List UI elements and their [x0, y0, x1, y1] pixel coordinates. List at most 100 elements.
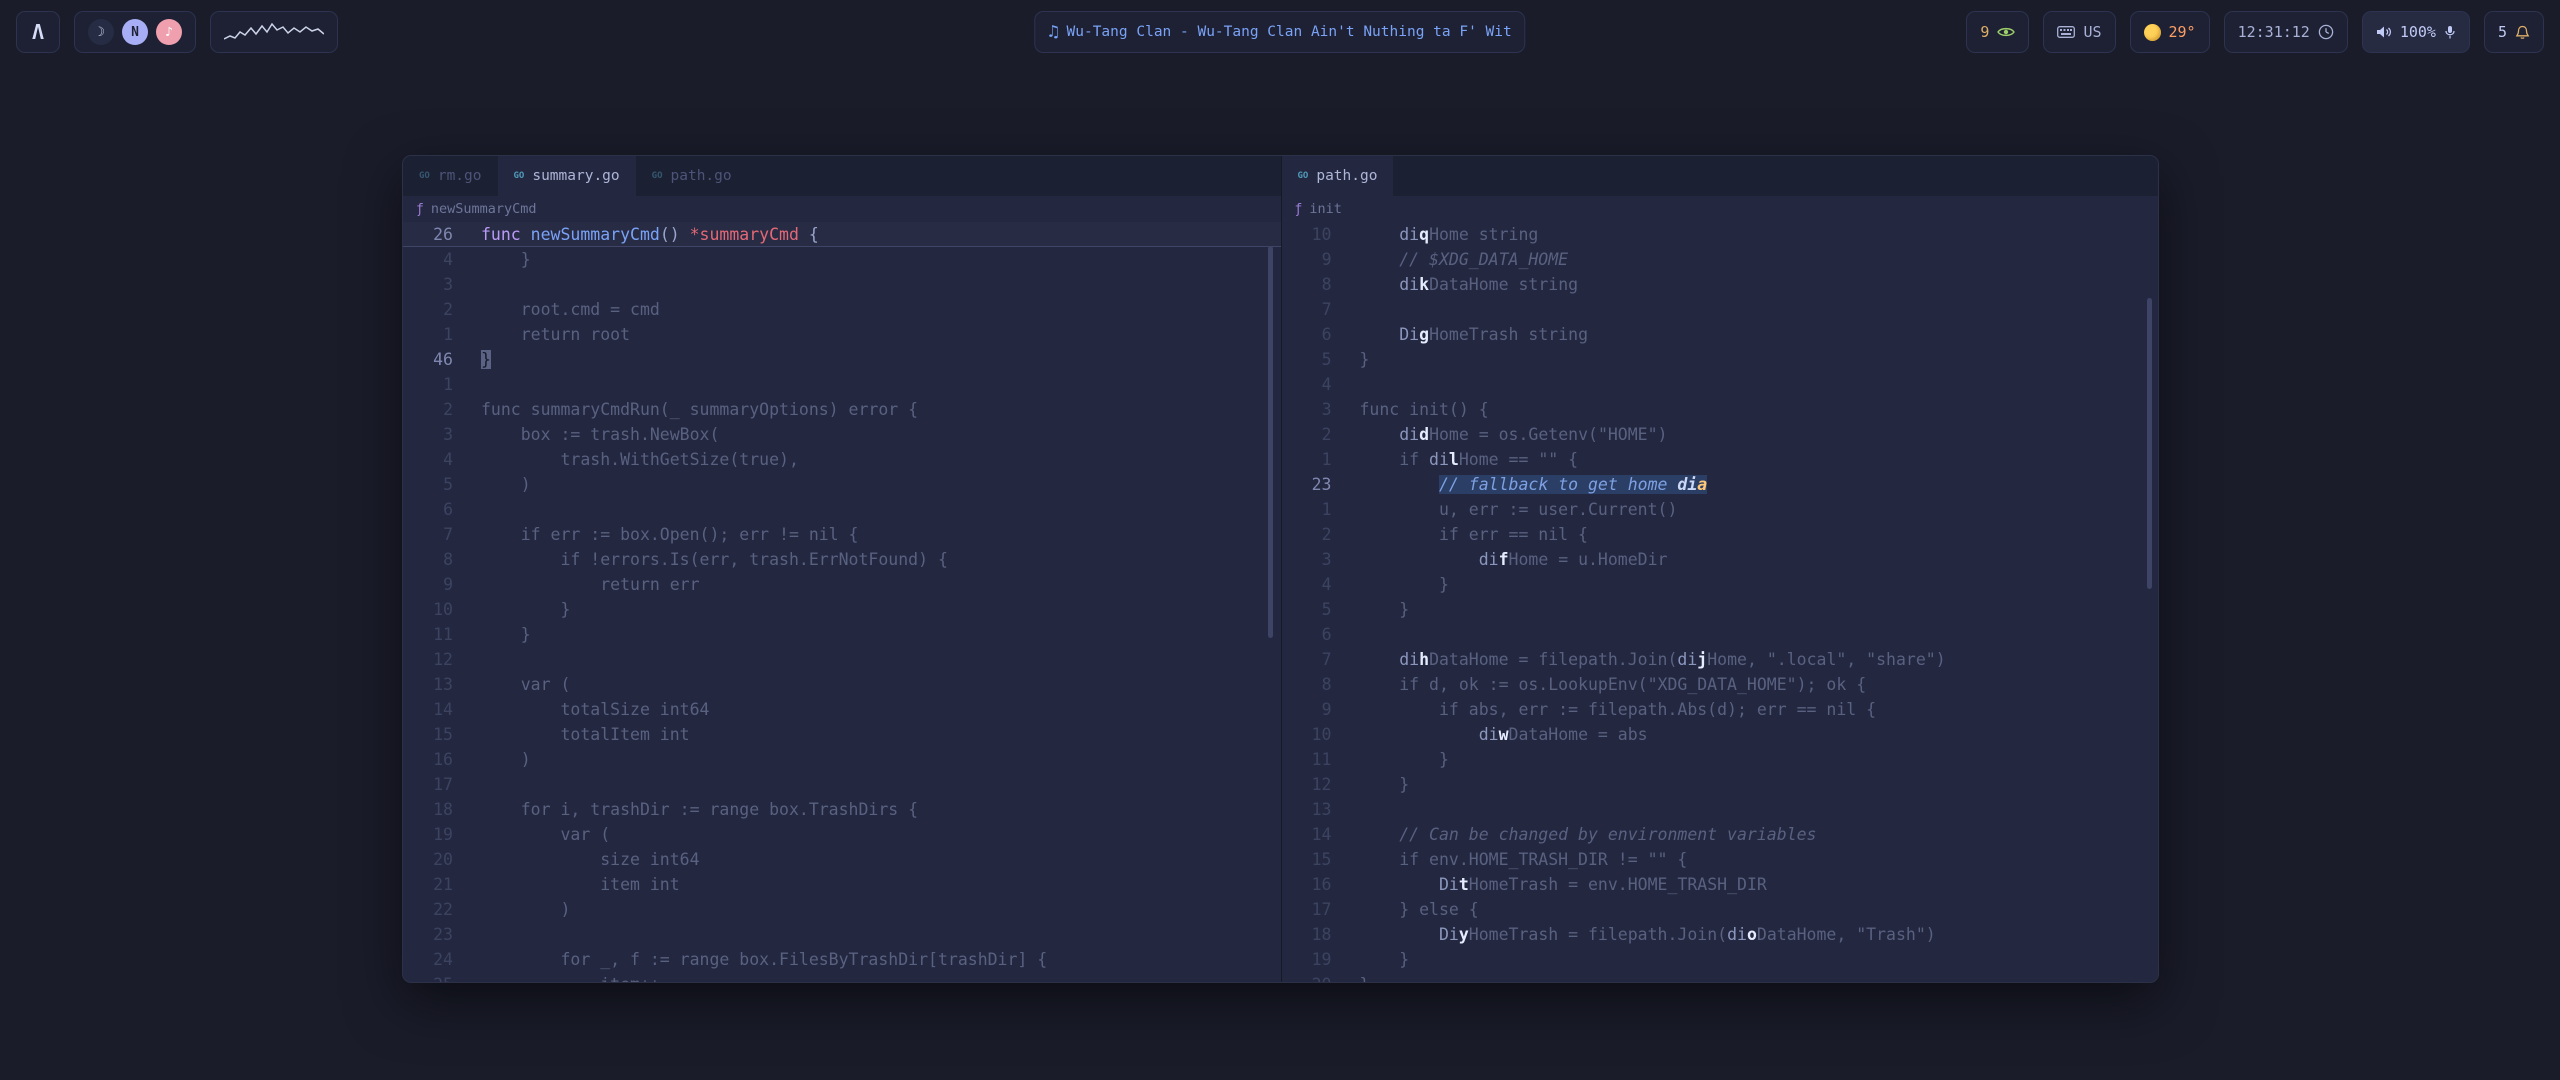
code-line[interactable]: 21 item int — [403, 872, 1281, 897]
line-number: 5 — [403, 472, 453, 497]
code-line[interactable]: 18 DiyHomeTrash = filepath.Join(dioDataH… — [1282, 922, 2159, 947]
code-line[interactable]: 7 if err := box.Open(); err != nil { — [403, 522, 1281, 547]
system-graph-widget[interactable] — [210, 11, 338, 53]
code-line[interactable]: 15 if env.HOME_TRASH_DIR != "" { — [1282, 847, 2159, 872]
workspace-icon-3[interactable]: ♪ — [156, 19, 182, 45]
code-line[interactable]: 19 var ( — [403, 822, 1281, 847]
code-line[interactable]: 25 item++ — [403, 972, 1281, 982]
code-line[interactable]: 5} — [1282, 347, 2159, 372]
keyboard-layout-widget[interactable]: US — [2043, 11, 2115, 53]
code-line[interactable]: 4 } — [1282, 572, 2159, 597]
editor-window: GOrm.goGOsummary.goGOpath.go ƒ newSummar… — [402, 155, 2159, 983]
code-line[interactable]: 3 box := trash.NewBox( — [403, 422, 1281, 447]
code-line[interactable]: 2 if err == nil { — [1282, 522, 2159, 547]
sticky-context-line[interactable]: 26func newSummaryCmd() *summaryCmd { — [403, 222, 1281, 247]
code-line[interactable]: 3func init() { — [1282, 397, 2159, 422]
code-line[interactable]: 10 } — [403, 597, 1281, 622]
code-line[interactable]: 19 } — [1282, 947, 2159, 972]
code-line[interactable]: 9 return err — [403, 572, 1281, 597]
code-line[interactable]: 24 for _, f := range box.FilesByTrashDir… — [403, 947, 1281, 972]
code-text: u, err := user.Current() — [1332, 497, 1678, 522]
code-line[interactable]: 13 var ( — [403, 672, 1281, 697]
code-line[interactable]: 20 size int64 — [403, 847, 1281, 872]
code-line[interactable]: 23 // fallback to get home dia — [1282, 472, 2159, 497]
code-line[interactable]: 2func summaryCmdRun(_ summaryOptions) er… — [403, 397, 1281, 422]
line-number: 11 — [403, 622, 453, 647]
code-line[interactable]: 17 — [403, 772, 1281, 797]
media-title: Wu-Tang Clan - Wu-Tang Clan Ain't Nuthin… — [1067, 24, 1512, 40]
code-text: DiyHomeTrash = filepath.Join(dioDataHome… — [1332, 922, 1936, 947]
code-line[interactable]: 12 } — [1282, 772, 2159, 797]
code-line[interactable]: 3 difHome = u.HomeDir — [1282, 547, 2159, 572]
code-right: 10 diqHome string9 // $XDG_DATA_HOME8 di… — [1282, 222, 2159, 982]
clock-widget[interactable]: 12:31:12 — [2224, 11, 2348, 53]
scrollbar[interactable] — [1268, 246, 1273, 638]
code-line[interactable]: 1 return root — [403, 322, 1281, 347]
go-file-icon: GO — [419, 172, 430, 181]
code-line[interactable]: 8 dikDataHome string — [1282, 272, 2159, 297]
code-line[interactable]: 3 — [403, 272, 1281, 297]
line-number: 8 — [403, 547, 453, 572]
code-line[interactable]: 1 — [403, 372, 1281, 397]
code-line[interactable]: 6 DigHomeTrash string — [1282, 322, 2159, 347]
code-line[interactable]: 18 for i, trashDir := range box.TrashDir… — [403, 797, 1281, 822]
code-line[interactable]: 8 if !errors.Is(err, trash.ErrNotFound) … — [403, 547, 1281, 572]
code-line[interactable]: 23 — [403, 922, 1281, 947]
tab-summary-go[interactable]: GOsummary.go — [498, 156, 636, 196]
line-number: 6 — [1282, 622, 1332, 647]
line-number: 4 — [403, 447, 453, 472]
line-number: 12 — [1282, 772, 1332, 797]
code-line[interactable]: 7 — [1282, 297, 2159, 322]
tab-path-go[interactable]: GOpath.go — [636, 156, 748, 196]
code-line[interactable]: 11 } — [403, 622, 1281, 647]
code-line[interactable]: 17 } else { — [1282, 897, 2159, 922]
code-line[interactable]: 12 — [403, 647, 1281, 672]
line-number: 4 — [1282, 572, 1332, 597]
code-line[interactable]: 9 // $XDG_DATA_HOME — [1282, 247, 2159, 272]
tab-rm-go[interactable]: GOrm.go — [403, 156, 498, 196]
code-line[interactable]: 14 // Can be changed by environment vari… — [1282, 822, 2159, 847]
workspace-icon-2[interactable]: N — [122, 19, 148, 45]
code-line[interactable]: 6 — [1282, 622, 2159, 647]
code-text — [1332, 797, 1360, 822]
code-line[interactable]: 5 ) — [403, 472, 1281, 497]
code-line[interactable]: 7 dihDataHome = filepath.Join(dijHome, "… — [1282, 647, 2159, 672]
code-line[interactable]: 9 if abs, err := filepath.Abs(d); err ==… — [1282, 697, 2159, 722]
code-line[interactable]: 2 didHome = os.Getenv("HOME") — [1282, 422, 2159, 447]
code-line[interactable]: 4 — [1282, 372, 2159, 397]
code-line[interactable]: 4 trash.WithGetSize(true), — [403, 447, 1281, 472]
tab-path-go[interactable]: GOpath.go — [1282, 156, 1394, 196]
code-line[interactable]: 11 } — [1282, 747, 2159, 772]
code-line[interactable]: 15 totalItem int — [403, 722, 1281, 747]
weather-widget[interactable]: 29° — [2130, 11, 2210, 53]
line-number: 9 — [1282, 697, 1332, 722]
code-line[interactable]: 13 — [1282, 797, 2159, 822]
code-text: if env.HOME_TRASH_DIR != "" { — [1332, 847, 1688, 872]
code-line[interactable]: 1 u, err := user.Current() — [1282, 497, 2159, 522]
code-text: trash.WithGetSize(true), — [453, 447, 799, 472]
code-line[interactable]: 16 DitHomeTrash = env.HOME_TRASH_DIR — [1282, 872, 2159, 897]
code-line[interactable]: 16 ) — [403, 747, 1281, 772]
code-line[interactable]: 5 } — [1282, 597, 2159, 622]
scrollbar[interactable] — [2147, 298, 2152, 589]
notification-widget[interactable]: 5 — [2484, 11, 2544, 53]
code-line[interactable]: 10 diqHome string — [1282, 222, 2159, 247]
code-line[interactable]: 22 ) — [403, 897, 1281, 922]
eye-widget[interactable]: 9 — [1966, 11, 2029, 53]
code-line[interactable]: 20} — [1282, 972, 2159, 982]
code-line[interactable]: 1 if dilHome == "" { — [1282, 447, 2159, 472]
code-line[interactable]: 10 diwDataHome = abs — [1282, 722, 2159, 747]
line-number: 13 — [403, 672, 453, 697]
volume-widget[interactable]: 100% — [2362, 11, 2470, 53]
code-line[interactable]: 46} — [403, 347, 1281, 372]
code-line[interactable]: 2 root.cmd = cmd — [403, 297, 1281, 322]
code-line[interactable]: 4 } — [403, 247, 1281, 272]
code-line[interactable]: 6 — [403, 497, 1281, 522]
line-number: 5 — [1282, 597, 1332, 622]
code-line[interactable]: 8 if d, ok := os.LookupEnv("XDG_DATA_HOM… — [1282, 672, 2159, 697]
code-line[interactable]: 14 totalSize int64 — [403, 697, 1281, 722]
keyboard-icon — [2057, 26, 2075, 38]
launcher-button[interactable]: Λ — [16, 11, 60, 53]
media-widget[interactable]: ♫ Wu-Tang Clan - Wu-Tang Clan Ain't Nuth… — [1034, 11, 1525, 53]
workspace-icon-1[interactable]: ☽ — [88, 19, 114, 45]
